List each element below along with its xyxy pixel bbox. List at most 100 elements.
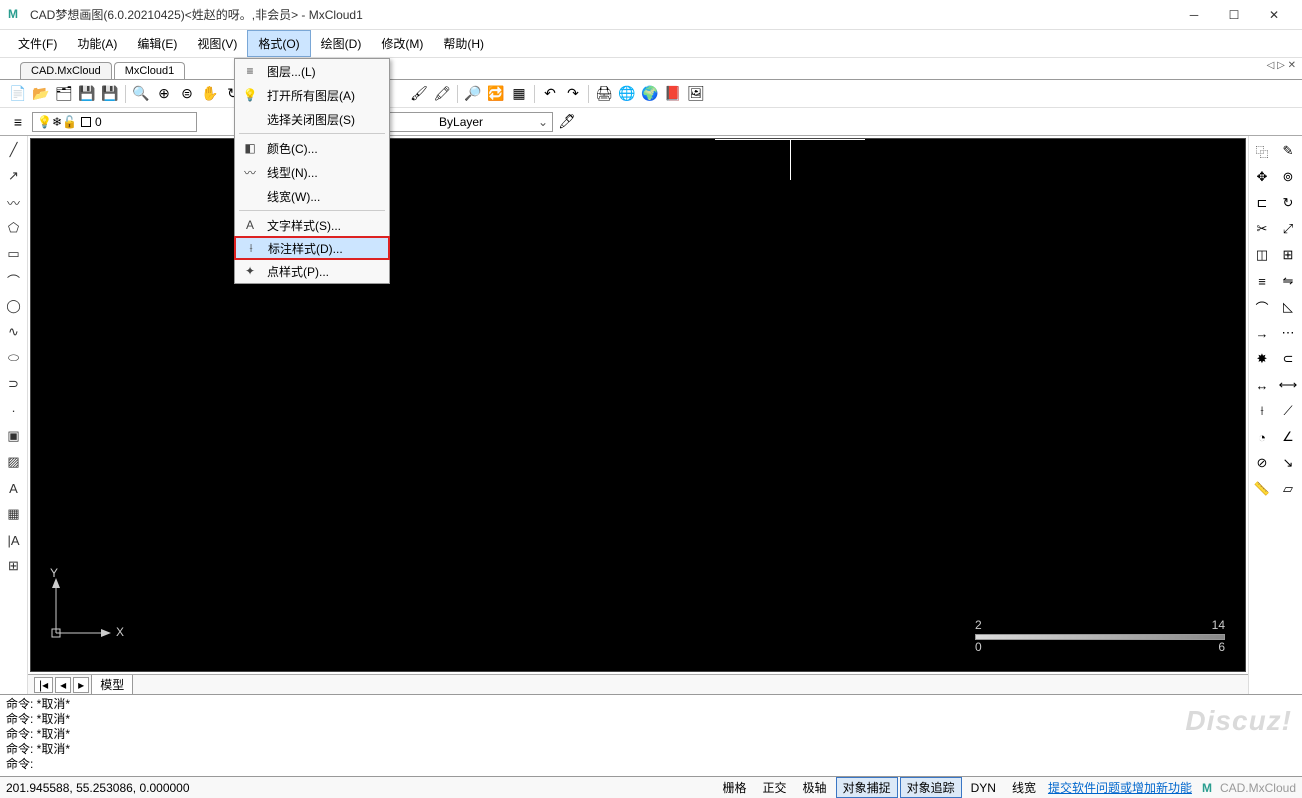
feedback-link[interactable]: 提交软件问题或增加新功能 <box>1048 779 1192 796</box>
polyline-icon[interactable]: 〰 <box>4 192 24 212</box>
ellipsearc-icon[interactable]: ⊃ <box>4 374 24 394</box>
menu-view[interactable]: 视图(V) <box>187 31 247 56</box>
linetype-dropdown[interactable]: ByLayer ⌄ <box>383 112 553 132</box>
erase-icon[interactable]: ✎ <box>1277 140 1299 162</box>
tab-doc1[interactable]: CAD.MxCloud <box>20 62 112 79</box>
dim-radius-icon[interactable]: ◔ <box>1251 426 1273 448</box>
pdf-icon[interactable]: 📕 <box>663 84 683 104</box>
command-window[interactable]: 命令: *取消* 命令: *取消* 命令: *取消* 命令: *取消* 命令: <box>0 694 1302 776</box>
mirror-icon[interactable]: ◫ <box>1251 244 1273 266</box>
undo-icon[interactable]: ↶ <box>540 84 560 104</box>
line-icon[interactable]: ╱ <box>4 140 24 160</box>
layermgr-icon[interactable]: ≡ <box>8 112 28 132</box>
status-grid[interactable]: 栅格 <box>716 777 754 798</box>
point-icon[interactable]: · <box>4 400 24 420</box>
status-lwt[interactable]: 线宽 <box>1005 777 1043 798</box>
join-icon[interactable]: ⊂ <box>1277 348 1299 370</box>
globe-icon[interactable]: 🌍 <box>640 84 660 104</box>
offset-icon[interactable]: ⊏ <box>1251 192 1273 214</box>
text-icon[interactable]: A <box>4 478 24 498</box>
redo-icon[interactable]: ↷ <box>563 84 583 104</box>
dd-dimstyle[interactable]: ⟊标注样式(D)... <box>234 236 390 260</box>
spline-icon[interactable]: ∿ <box>4 322 24 342</box>
dd-pointstyle[interactable]: ✦点样式(P)... <box>235 259 389 283</box>
dim-diameter-icon[interactable]: ⊘ <box>1251 452 1273 474</box>
mtext-icon[interactable]: |A <box>4 530 24 550</box>
tab-nav-next[interactable]: ▸ <box>73 677 89 693</box>
select-icon[interactable]: ▦ <box>509 84 529 104</box>
status-otrack[interactable]: 对象追踪 <box>900 777 962 798</box>
leader-icon[interactable]: ↘ <box>1277 452 1299 474</box>
array-icon[interactable]: ⊚ <box>1277 166 1299 188</box>
rectangle-icon[interactable]: ▭ <box>4 244 24 264</box>
dd-lineweight[interactable]: 线宽(W)... <box>235 184 389 208</box>
dim-aligned-icon[interactable]: ⟋ <box>1277 400 1299 422</box>
flip-icon[interactable]: ⇋ <box>1277 270 1299 292</box>
pan-icon[interactable]: ✋ <box>200 84 220 104</box>
dd-close-layers[interactable]: 选择关闭图层(S) <box>235 107 389 131</box>
dd-color[interactable]: ◧颜色(C)... <box>235 136 389 160</box>
menu-draw[interactable]: 绘图(D) <box>311 31 372 56</box>
dd-linetype[interactable]: 〰线型(N)... <box>235 160 389 184</box>
tab-controls[interactable]: ◁ ▷ ✕ <box>1267 60 1296 71</box>
stretch-icon[interactable]: ↔ <box>1251 374 1273 396</box>
dim-angle-icon[interactable]: ∠ <box>1277 426 1299 448</box>
move-icon[interactable]: ✥ <box>1251 166 1273 188</box>
hatch-icon[interactable]: ▨ <box>4 452 24 472</box>
block-icon[interactable]: ▣ <box>4 426 24 446</box>
dd-textstyle[interactable]: A文字样式(S)... <box>235 213 389 237</box>
menu-edit[interactable]: 编辑(E) <box>127 31 187 56</box>
folder-icon[interactable]: 🗂 <box>54 84 74 104</box>
open-icon[interactable]: 📂 <box>31 84 51 104</box>
image-icon[interactable]: 🖼 <box>686 84 706 104</box>
maximize-button[interactable]: ☐ <box>1214 1 1254 29</box>
dd-open-all-layers[interactable]: 💡打开所有图层(A) <box>235 83 389 107</box>
save-icon[interactable]: 💾 <box>77 84 97 104</box>
scale-icon[interactable]: ⤢ <box>1277 218 1299 240</box>
web-icon[interactable]: 🌐 <box>617 84 637 104</box>
brush-icon[interactable]: 🖌 <box>409 84 429 104</box>
tab-nav-first[interactable]: |◂ <box>34 677 53 693</box>
minimize-button[interactable]: ─ <box>1174 1 1214 29</box>
status-osnap[interactable]: 对象捕捉 <box>836 777 898 798</box>
dd-layer[interactable]: ≡图层...(L) <box>235 59 389 83</box>
find-icon[interactable]: 🔎 <box>463 84 483 104</box>
lengthen-icon[interactable]: ⟷ <box>1277 374 1299 396</box>
close-button[interactable]: ✕ <box>1254 1 1294 29</box>
chamfer-icon[interactable]: ◺ <box>1277 296 1299 318</box>
ellipse-icon[interactable]: ⬭ <box>4 348 24 368</box>
arc-icon[interactable]: ⌒ <box>4 270 24 290</box>
print-icon[interactable]: 🖨 <box>594 84 614 104</box>
measure-icon[interactable]: 📏 <box>1251 478 1273 500</box>
break-icon[interactable]: ⋯ <box>1277 322 1299 344</box>
tab-doc2[interactable]: MxCloud1 <box>114 62 186 79</box>
zoomext-icon[interactable]: ⊜ <box>177 84 197 104</box>
tab-nav-prev[interactable]: ◂ <box>55 677 71 693</box>
rotate-icon[interactable]: ↻ <box>1277 192 1299 214</box>
new-icon[interactable]: 📄 <box>8 84 28 104</box>
tab-model[interactable]: 模型 <box>91 675 133 695</box>
menu-format[interactable]: 格式(O) <box>247 30 310 57</box>
layer-dropdown[interactable]: 💡 ❄ 🔓 0 <box>32 112 197 132</box>
fillet-icon[interactable]: ⌒ <box>1251 296 1273 318</box>
menu-modify[interactable]: 修改(M) <box>371 31 433 56</box>
grid-icon[interactable]: ⊞ <box>1277 244 1299 266</box>
status-polar[interactable]: 极轴 <box>796 777 834 798</box>
explode-icon[interactable]: ✸ <box>1251 348 1273 370</box>
menu-file[interactable]: 文件(F) <box>8 31 67 56</box>
table-icon[interactable]: ▦ <box>4 504 24 524</box>
dim-linear-icon[interactable]: ⟊ <box>1251 400 1273 422</box>
zoomwin-icon[interactable]: 🔍 <box>131 84 151 104</box>
area-icon[interactable]: ▱ <box>1277 478 1299 500</box>
paint-icon[interactable]: 🖍 <box>432 84 452 104</box>
menu-function[interactable]: 功能(A) <box>67 31 127 56</box>
polygon-icon[interactable]: ⬠ <box>4 218 24 238</box>
align-icon[interactable]: ≡ <box>1251 270 1273 292</box>
copy-icon[interactable]: ⿻ <box>1251 140 1273 162</box>
menu-help[interactable]: 帮助(H) <box>433 31 494 56</box>
xline-icon[interactable]: ↗ <box>4 166 24 186</box>
trim-icon[interactable]: ✂ <box>1251 218 1273 240</box>
status-dyn[interactable]: DYN <box>964 779 1003 797</box>
status-ortho[interactable]: 正交 <box>756 777 794 798</box>
zoomplus-icon[interactable]: ⊕ <box>154 84 174 104</box>
